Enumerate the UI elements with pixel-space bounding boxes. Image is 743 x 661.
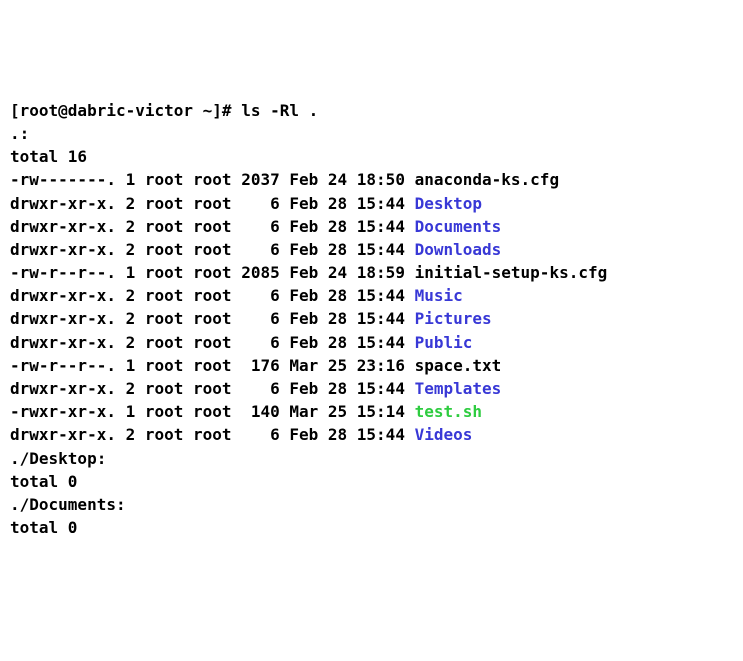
terminal-line: -rwxr-xr-x. 1 root root 140 Mar 25 15:14… <box>10 400 733 423</box>
section-total: total 0 <box>10 518 77 537</box>
file-Music: Music <box>415 286 463 305</box>
terminal-line: ./Documents: <box>10 493 733 516</box>
file-initial-setup-ks.cfg: initial-setup-ks.cfg <box>415 263 608 282</box>
file-Downloads: Downloads <box>415 240 502 259</box>
terminal-line: drwxr-xr-x. 2 root root 6 Feb 28 15:44 D… <box>10 192 733 215</box>
terminal-line: total 16 <box>10 145 733 168</box>
terminal-line: -rw-r--r--. 1 root root 176 Mar 25 23:16… <box>10 354 733 377</box>
file-Templates: Templates <box>415 379 502 398</box>
file-space.txt: space.txt <box>415 356 502 375</box>
terminal-line: drwxr-xr-x. 2 root root 6 Feb 28 15:44 P… <box>10 307 733 330</box>
shell-prompt: [root@dabric-victor ~]# <box>10 101 232 120</box>
terminal-line: [root@dabric-victor ~]# ls -Rl . <box>10 99 733 122</box>
terminal-line: drwxr-xr-x. 2 root root 6 Feb 28 15:44 D… <box>10 215 733 238</box>
terminal-line: drwxr-xr-x. 2 root root 6 Feb 28 15:44 M… <box>10 284 733 307</box>
file-Videos: Videos <box>415 425 473 444</box>
section-total: total 0 <box>10 472 77 491</box>
file-test.sh: test.sh <box>415 402 482 421</box>
terminal-line: -rw-r--r--. 1 root root 2085 Feb 24 18:5… <box>10 261 733 284</box>
file-Documents: Documents <box>415 217 502 236</box>
terminal-line: drwxr-xr-x. 2 root root 6 Feb 28 15:44 V… <box>10 423 733 446</box>
section-total: total 16 <box>10 147 87 166</box>
file-Pictures: Pictures <box>415 309 492 328</box>
file-anaconda-ks.cfg: anaconda-ks.cfg <box>415 170 560 189</box>
section-header: ./Documents: <box>10 495 126 514</box>
section-header: .: <box>10 124 29 143</box>
terminal-line: total 0 <box>10 470 733 493</box>
file-Public: Public <box>415 333 473 352</box>
terminal-line: drwxr-xr-x. 2 root root 6 Feb 28 15:44 T… <box>10 377 733 400</box>
terminal-line: total 0 <box>10 516 733 539</box>
file-Desktop: Desktop <box>415 194 482 213</box>
terminal-line: drwxr-xr-x. 2 root root 6 Feb 28 15:44 P… <box>10 331 733 354</box>
section-header: ./Desktop: <box>10 449 106 468</box>
terminal-line: ./Desktop: <box>10 447 733 470</box>
terminal-line: .: <box>10 122 733 145</box>
terminal-line: -rw-------. 1 root root 2037 Feb 24 18:5… <box>10 168 733 191</box>
command-text: ls -Rl . <box>241 101 318 120</box>
terminal-output: [root@dabric-victor ~]# ls -Rl ..: total … <box>10 99 733 540</box>
terminal-line: drwxr-xr-x. 2 root root 6 Feb 28 15:44 D… <box>10 238 733 261</box>
